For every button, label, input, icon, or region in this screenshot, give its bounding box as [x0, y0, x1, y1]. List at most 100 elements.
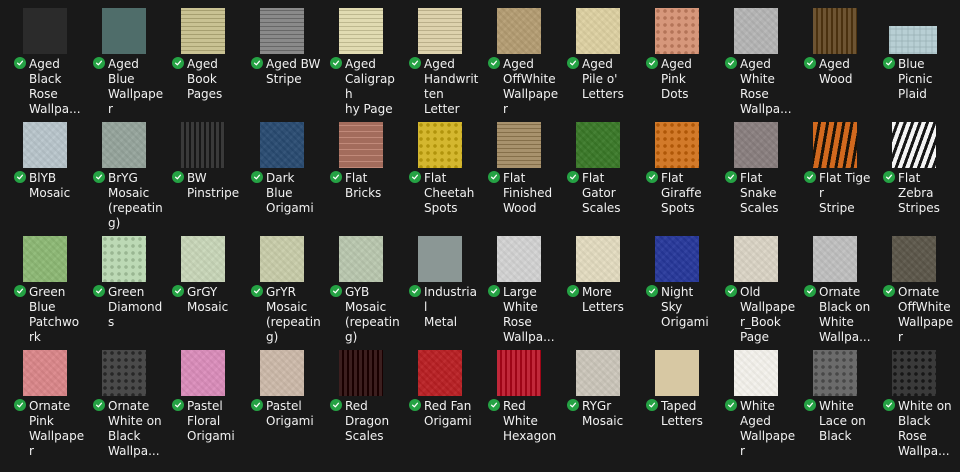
sync-status-check-icon — [725, 171, 737, 183]
file-item[interactable]: More Letters — [558, 232, 637, 346]
sync-status-check-icon — [725, 57, 737, 69]
sync-status-check-icon — [883, 57, 895, 69]
file-item[interactable]: BW Pinstripe — [163, 118, 242, 232]
file-item[interactable]: Aged Pink Dots — [637, 4, 716, 118]
file-name-label: Ornate OffWhite Wallpape r — [898, 285, 954, 344]
file-item[interactable]: Aged Caligraph hy Page — [321, 4, 400, 118]
file-thumbnail — [339, 122, 383, 168]
file-item[interactable]: Dark Blue Origami — [242, 118, 321, 232]
file-item[interactable]: Ornate OffWhite Wallpape r — [874, 232, 953, 346]
file-item[interactable]: Night Sky Origami — [637, 232, 716, 346]
file-item[interactable]: Aged OffWhite Wallpape r — [479, 4, 558, 118]
file-name-label: White on Black Rose Wallpa... — [898, 399, 952, 458]
file-item[interactable]: Red Fan Origami — [400, 346, 479, 460]
file-thumbnail — [576, 236, 620, 282]
file-name-label: Aged Black Rose Wallpa... — [29, 57, 81, 116]
file-thumbnail — [23, 236, 67, 282]
file-item[interactable]: Aged White Rose Wallpa... — [716, 4, 795, 118]
file-item[interactable]: Industrial Metal — [400, 232, 479, 346]
file-item[interactable]: Green Blue Patchwo rk — [5, 232, 84, 346]
file-name-label: Green Blue Patchwo rk — [29, 285, 80, 344]
sync-status-check-icon — [409, 399, 421, 411]
sync-status-check-icon — [804, 399, 816, 411]
file-item[interactable]: Flat Zebra Stripes — [874, 118, 953, 232]
file-item[interactable]: Green Diamonds — [84, 232, 163, 346]
sync-status-check-icon — [172, 285, 184, 297]
sync-status-check-icon — [172, 57, 184, 69]
file-item[interactable]: Red Dragon Scales — [321, 346, 400, 460]
file-thumbnail — [813, 350, 857, 396]
file-thumbnail — [23, 8, 67, 54]
file-name-label: Aged OffWhite Wallpape r — [503, 57, 559, 116]
sync-status-check-icon — [93, 57, 105, 69]
file-item[interactable]: White on Black Rose Wallpa... — [874, 346, 953, 460]
sync-status-check-icon — [172, 399, 184, 411]
file-item[interactable]: RYGr Mosaic — [558, 346, 637, 460]
file-item[interactable]: Blue Picnic Plaid — [874, 4, 953, 118]
file-item[interactable]: Flat Snake Scales — [716, 118, 795, 232]
file-item[interactable]: Large White Rose Wallpa... — [479, 232, 558, 346]
file-name-label: Aged Pink Dots — [661, 57, 692, 101]
file-item[interactable]: Flat Gator Scales — [558, 118, 637, 232]
sync-status-check-icon — [725, 399, 737, 411]
file-name-label: Flat Tiger Stripe — [819, 171, 871, 215]
file-item[interactable]: Aged BW Stripe — [242, 4, 321, 118]
file-name-label: Aged Caligraph hy Page — [345, 57, 395, 116]
file-name-label: Pastel Origami — [266, 399, 314, 428]
file-item[interactable]: Aged Book Pages — [163, 4, 242, 118]
sync-status-check-icon — [488, 171, 500, 183]
file-thumbnail — [339, 8, 383, 54]
file-thumbnail — [23, 122, 67, 168]
sync-status-check-icon — [93, 399, 105, 411]
file-item[interactable]: GrGY Mosaic — [163, 232, 242, 346]
file-item[interactable]: BlYB Mosaic — [5, 118, 84, 232]
sync-status-check-icon — [725, 285, 737, 297]
file-thumbnail — [655, 236, 699, 282]
file-item[interactable]: Flat Giraffe Spots — [637, 118, 716, 232]
file-item[interactable]: White Aged Wallpape r — [716, 346, 795, 460]
file-name-label: BrYG Mosaic (repeatin g) — [108, 171, 163, 230]
file-item[interactable]: Aged Handwrit ten Letter — [400, 4, 479, 118]
file-item[interactable]: Pastel Origami — [242, 346, 321, 460]
file-item[interactable]: Ornate Pink Wallpape r — [5, 346, 84, 460]
file-item[interactable]: Ornate White on Black Wallpa... — [84, 346, 163, 460]
sync-status-check-icon — [251, 57, 263, 69]
file-item[interactable]: Aged Wood — [795, 4, 874, 118]
file-item[interactable]: Flat Cheetah Spots — [400, 118, 479, 232]
file-item[interactable]: Red White Hexagon — [479, 346, 558, 460]
file-name-label: Flat Giraffe Spots — [661, 171, 702, 215]
file-thumbnail — [260, 236, 304, 282]
file-item[interactable]: Flat Tiger Stripe — [795, 118, 874, 232]
file-item[interactable]: GYB Mosaic (repeatin g) — [321, 232, 400, 346]
file-item[interactable]: Aged Black Rose Wallpa... — [5, 4, 84, 118]
file-item[interactable]: Pastel Floral Origami — [163, 346, 242, 460]
file-thumbnail — [813, 8, 857, 54]
texture-file-grid: Aged Black Rose Wallpa... Aged Blue Wallp… — [0, 0, 960, 472]
file-name-label: More Letters — [582, 285, 624, 314]
sync-status-check-icon — [330, 399, 342, 411]
file-item[interactable]: GrYR Mosaic (repeatin g) — [242, 232, 321, 346]
file-item[interactable]: Flat Bricks — [321, 118, 400, 232]
file-thumbnail — [576, 8, 620, 54]
file-thumbnail — [181, 236, 225, 282]
sync-status-check-icon — [646, 171, 658, 183]
file-thumbnail — [497, 236, 541, 282]
file-name-label: Aged BW Stripe — [266, 57, 321, 86]
file-item[interactable]: Old Wallpape r_Book Page — [716, 232, 795, 346]
sync-status-check-icon — [93, 285, 105, 297]
file-item[interactable]: White Lace on Black — [795, 346, 874, 460]
file-thumbnail — [260, 8, 304, 54]
file-thumbnail — [892, 122, 936, 168]
file-thumbnail — [418, 122, 462, 168]
file-thumbnail — [23, 350, 67, 396]
file-item[interactable]: Taped Letters — [637, 346, 716, 460]
file-thumbnail — [734, 350, 778, 396]
file-item[interactable]: Ornate Black on White Wallpa... — [795, 232, 874, 346]
sync-status-check-icon — [409, 57, 421, 69]
file-item[interactable]: Aged Pile o' Letters — [558, 4, 637, 118]
file-item[interactable]: Flat Finished Wood — [479, 118, 558, 232]
sync-status-check-icon — [488, 285, 500, 297]
file-item[interactable]: Aged Blue Wallpape r — [84, 4, 163, 118]
file-item[interactable]: BrYG Mosaic (repeatin g) — [84, 118, 163, 232]
file-thumbnail — [260, 350, 304, 396]
